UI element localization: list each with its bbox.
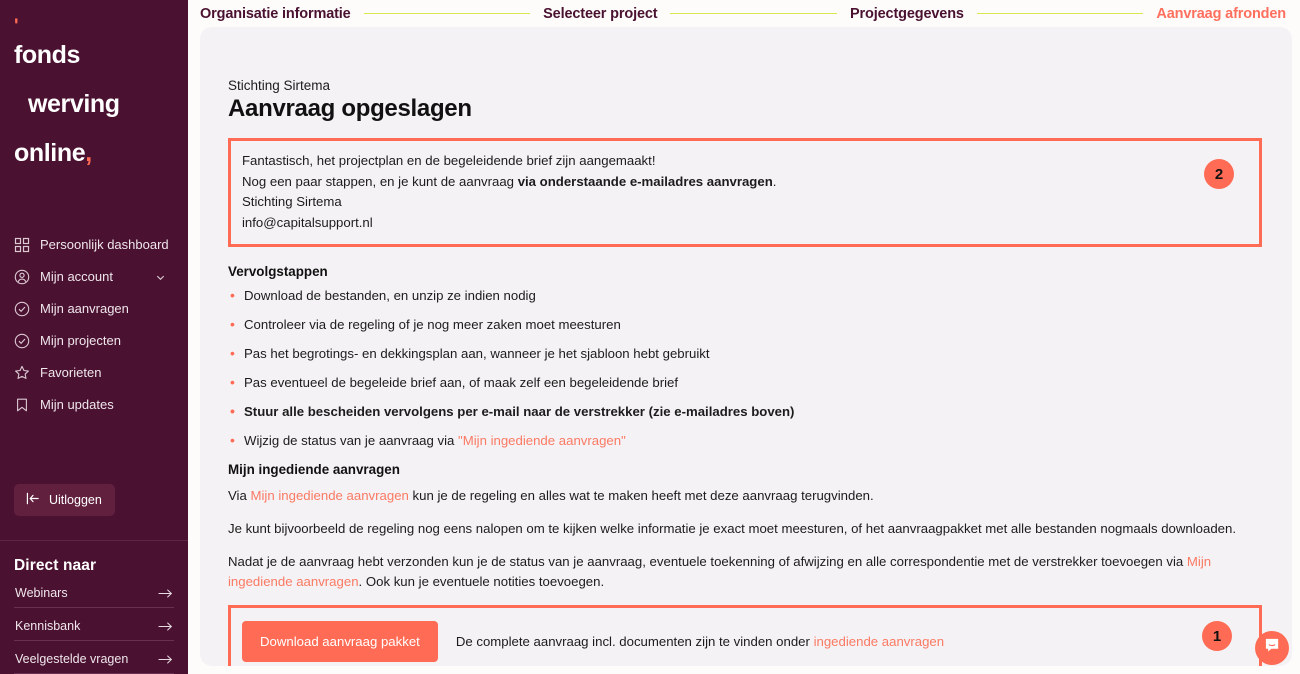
annotation-badge-2: 2: [1204, 159, 1234, 189]
link-mijn-ingediende-aanvragen[interactable]: "Mijn ingediende aanvragen": [458, 433, 626, 448]
download-helper-text: De complete aanvraag incl. documenten zi…: [456, 634, 944, 649]
app-root: ' fonds werving online, Persoonlijk dash…: [0, 0, 1300, 674]
list-item: Controleer via de regeling of je nog mee…: [228, 316, 1262, 333]
arrow-right-icon: [158, 654, 173, 665]
confirmation-line-2: Nog een paar stappen, en je kunt de aanv…: [242, 172, 1245, 193]
sidebar-item-favorieten[interactable]: Favorieten: [0, 357, 188, 389]
link-ingediende-aanvragen[interactable]: ingediende aanvragen: [814, 634, 945, 649]
sidebar-item-label: Mijn updates: [40, 397, 114, 412]
sidebar-item-label: Favorieten: [40, 365, 102, 380]
direct-link-label: Kennisbank: [15, 619, 81, 633]
link-mijn-ingediende-aanvragen[interactable]: Mijn ingediende aanvragen: [251, 488, 409, 503]
list-item: Pas het begrotings- en dekkingsplan aan,…: [228, 345, 1262, 362]
list-item: Download de bestanden, en unzip ze indie…: [228, 287, 1262, 304]
annotation-badge-1: 1: [1202, 621, 1232, 651]
organisation-name: Stichting Sirtema: [228, 78, 331, 93]
sidebar-item-label: Mijn aanvragen: [40, 301, 129, 316]
paragraph-3-suffix: . Ook kun je eventuele notities toevoege…: [358, 574, 605, 589]
download-aanvraag-pakket-button[interactable]: Download aanvraag pakket: [242, 621, 438, 662]
direct-link-label: Veelgestelde vragen: [15, 652, 129, 666]
bookmark-icon: [14, 397, 30, 413]
content-card: Stichting Sirtema Aanvraag opgeslagen Fa…: [200, 27, 1292, 666]
logo-line-3: online,: [14, 138, 188, 167]
chat-widget-button[interactable]: [1255, 631, 1289, 665]
logout-button[interactable]: Uitloggen: [14, 484, 115, 516]
list-item: Wijzig de status van je aanvraag via "Mi…: [228, 432, 1262, 449]
arrow-right-icon: [158, 588, 173, 599]
logout-container: Uitloggen: [0, 484, 188, 516]
confirmation-line-1: Fantastisch, het projectplan en de begel…: [242, 153, 656, 168]
step-connector: [363, 12, 531, 15]
direct-links-title: Direct naar: [14, 557, 97, 574]
paragraph-1-suffix: kun je de regeling en alles wat te maken…: [408, 488, 874, 503]
direct-link-kennisbank[interactable]: Kennisbank: [14, 608, 174, 641]
sidebar-item-persoonlijk-dashboard[interactable]: Persoonlijk dashboard: [0, 229, 188, 261]
brand-logo[interactable]: ' fonds werving online,: [0, 0, 188, 190]
submitted-section-title: Mijn ingediende aanvragen: [228, 462, 400, 477]
confirmation-line-2-prefix: Nog een paar stappen, en je kunt de aanv…: [242, 173, 518, 189]
download-text-prefix: De complete aanvraag incl. documenten zi…: [455, 634, 814, 649]
logout-icon: [25, 492, 41, 508]
sidebar-item-label: Mijn projecten: [40, 333, 121, 348]
direct-link-webinars[interactable]: Webinars: [14, 575, 174, 608]
logo-line-1: fonds: [14, 40, 81, 69]
step-connector: [670, 12, 838, 15]
step-selecteer-project[interactable]: Selecteer project: [543, 6, 657, 22]
star-icon: [14, 365, 30, 381]
next-steps-list: Download de bestanden, en unzip ze indie…: [228, 287, 1262, 449]
sidebar-item-mijn-aanvragen[interactable]: Mijn aanvragen: [0, 293, 188, 325]
main-content: Organisatie informatie Selecteer project…: [188, 0, 1300, 674]
page-title: Aanvraag opgeslagen: [228, 95, 472, 122]
sidebar-item-label: Persoonlijk dashboard: [40, 237, 169, 252]
arrow-right-icon: [158, 621, 173, 632]
logo-line-2: werving: [28, 89, 120, 118]
step-connector: [976, 12, 1144, 15]
direct-links-section: Direct naar Webinars Kennisbank Veelgest…: [0, 540, 188, 674]
download-highlight-box: Download aanvraag pakket De complete aan…: [228, 605, 1262, 666]
chat-bubble-icon: [1264, 637, 1281, 659]
logo-line-3-text: online: [14, 138, 86, 167]
step-projectgegevens[interactable]: Projectgegevens: [850, 6, 964, 22]
chevron-down-icon[interactable]: [155, 271, 166, 282]
logo-quote-mark: ': [14, 16, 19, 37]
logo-wordmark: fonds werving online,: [14, 18, 188, 190]
grid-icon: [14, 237, 30, 253]
sidebar: ' fonds werving online, Persoonlijk dash…: [0, 0, 188, 674]
next-steps-title: Vervolgstappen: [228, 264, 328, 279]
sidebar-nav: Persoonlijk dashboard Mijn account Mijn …: [0, 229, 188, 421]
direct-link-veelgestelde-vragen[interactable]: Veelgestelde vragen: [14, 641, 174, 674]
confirmation-org-name: Stichting Sirtema: [242, 194, 342, 209]
sidebar-item-mijn-projecten[interactable]: Mijn projecten: [0, 325, 188, 357]
step-aanvraag-afronden[interactable]: Aanvraag afronden: [1156, 6, 1286, 22]
user-circle-icon: [14, 269, 30, 285]
logout-label: Uitloggen: [49, 493, 102, 507]
step-organisatie-informatie[interactable]: Organisatie informatie: [200, 6, 351, 22]
submitted-paragraph-3: Nadat je de aanvraag hebt verzonden kun …: [228, 552, 1262, 592]
sidebar-item-label: Mijn account: [40, 269, 113, 284]
sidebar-item-mijn-account[interactable]: Mijn account: [0, 261, 188, 293]
check-circle-icon: [14, 301, 30, 317]
paragraph-3-prefix: Nadat je de aanvraag hebt verzonden kun …: [228, 554, 1187, 569]
paragraph-1-prefix: Via: [228, 488, 251, 503]
sidebar-item-mijn-updates[interactable]: Mijn updates: [0, 389, 188, 421]
check-circle-icon: [14, 333, 30, 349]
logo-comma: ,: [85, 138, 92, 167]
confirmation-highlight-box: Fantastisch, het projectplan en de begel…: [228, 138, 1262, 247]
confirmation-line-2-bold: via onderstaande e-mailadres aanvragen: [517, 173, 773, 189]
confirmation-email: info@capitalsupport.nl: [242, 214, 373, 230]
progress-steps: Organisatie informatie Selecteer project…: [188, 0, 1300, 27]
submitted-paragraph-2: Je kunt bijvoorbeeld de regeling nog een…: [228, 521, 1237, 536]
direct-link-label: Webinars: [15, 586, 68, 600]
list-item: Stuur alle bescheiden vervolgens per e-m…: [228, 403, 1262, 420]
submitted-paragraph-1: Via Mijn ingediende aanvragen kun je de …: [228, 486, 1262, 506]
list-item-prefix: Wijzig de status van je aanvraag via: [244, 433, 459, 448]
confirmation-line-2-suffix: .: [772, 173, 777, 189]
list-item: Pas eventueel de begeleide brief aan, of…: [228, 374, 1262, 391]
